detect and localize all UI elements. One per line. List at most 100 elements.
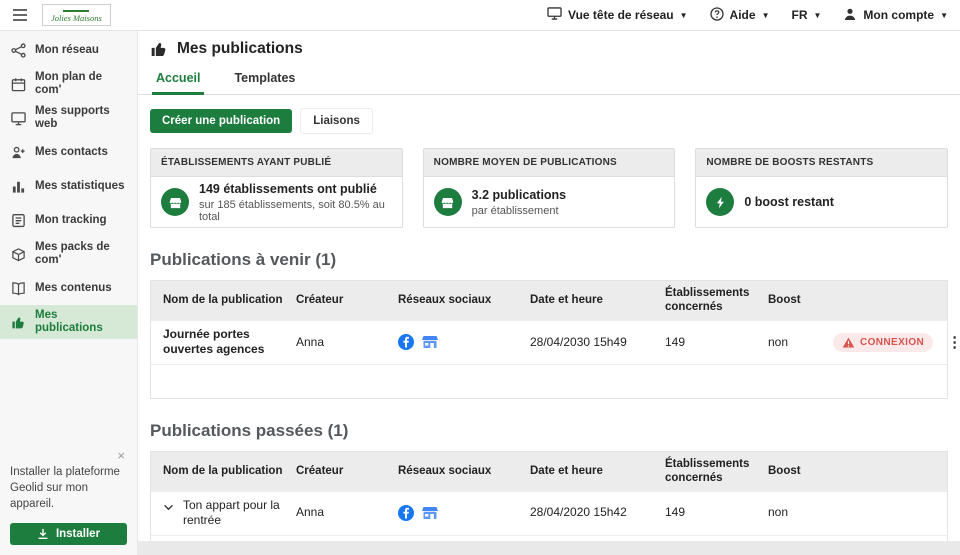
- connexion-warning-badge[interactable]: CONNEXION: [833, 332, 934, 352]
- sidebar-item-mes-statistiques[interactable]: Mes statistiques: [0, 169, 137, 203]
- help-menu[interactable]: Aide ▼: [709, 6, 770, 24]
- network-view-icon: [547, 7, 562, 23]
- brand-logo[interactable]: Jolies Maisons: [42, 4, 111, 26]
- calendar-icon: [11, 77, 26, 91]
- section-title-past: Publications passées (1): [150, 420, 349, 440]
- kebab-menu-icon[interactable]: ⋮: [939, 333, 960, 351]
- upcoming-publications-table: Nom de la publication Créateur Réseaux s…: [150, 280, 960, 399]
- create-publication-button[interactable]: Créer une publication: [150, 109, 293, 133]
- main-content: Mes publications Accueil Templates Créer…: [138, 31, 960, 555]
- store-icon: [161, 188, 189, 216]
- sidebar-item-mon-tracking[interactable]: Mon tracking: [0, 203, 137, 237]
- sidebar-item-mes-publications[interactable]: Mes publications: [0, 305, 137, 339]
- store-icon: [433, 188, 462, 216]
- install-prompt-text: Installer la plateforme Geolid sur mon a…: [10, 465, 120, 510]
- column-header-spacer: [833, 466, 947, 476]
- google-business-icon: [422, 507, 438, 520]
- publication-creator: Anna: [296, 334, 325, 349]
- network-view-label: Vue tête de réseau: [568, 8, 674, 22]
- sidebar-item-mes-contenus[interactable]: Mes contenus: [0, 271, 137, 305]
- package-icon: [12, 247, 25, 261]
- stat-value: 0 boost restant: [744, 194, 834, 209]
- sidebar-item-mes-contacts[interactable]: Mes contacts: [0, 135, 137, 169]
- topbar: Jolies Maisons Vue tête de réseau ▼ Aide…: [0, 0, 960, 31]
- language-label: FR: [791, 8, 808, 22]
- publication-etablissements: 149: [665, 334, 686, 349]
- sidebar-item-label: Mes publications: [35, 309, 103, 334]
- tab-accueil[interactable]: Accueil: [152, 65, 205, 95]
- liaisons-button[interactable]: Liaisons: [300, 108, 373, 134]
- stat-cards: ÉTABLISSEMENTS AYANT PUBLIÉ 149 établiss…: [150, 148, 949, 228]
- stat-value: 3.2 publications: [471, 187, 567, 202]
- publication-networks: [398, 505, 530, 522]
- sidebar-item-mes-packs-de-com[interactable]: Mes packs de com': [0, 237, 137, 271]
- sidebar-item-label: Mes supports web: [35, 105, 110, 130]
- table-row: Ton appart pour la rentrée Anna 28/04/20…: [151, 490, 947, 535]
- account-menu[interactable]: Mon compte ▼: [843, 7, 948, 24]
- expand-chevron-icon[interactable]: [163, 500, 174, 516]
- table-footer: [151, 363, 947, 398]
- language-menu[interactable]: FR ▼: [791, 8, 821, 22]
- column-header: Boost: [768, 465, 801, 478]
- past-publications-table: Nom de la publication Créateur Réseaux s…: [150, 450, 948, 555]
- table-header-row: Nom de la publication Créateur Réseaux s…: [151, 451, 947, 491]
- boost-icon: [706, 188, 735, 216]
- publication-name: Journée portes ouvertes agences: [163, 326, 265, 357]
- book-icon: [12, 281, 25, 295]
- section-title-upcoming: Publications à venir (1): [150, 250, 337, 269]
- sidebar-item-label: Mes contacts: [35, 145, 108, 158]
- google-business-icon: [422, 336, 438, 349]
- publication-date: 28/04/2020 15h42: [530, 505, 627, 520]
- tracking-icon: [12, 213, 25, 227]
- stat-text: 3.2 publications par établissement: [472, 188, 566, 217]
- stat-card-body: 149 établissements ont publié sur 185 ét…: [151, 177, 402, 227]
- chevron-down-icon: ▼: [940, 10, 948, 20]
- actions-row: Créer une publication Liaisons: [150, 108, 948, 134]
- sidebar-item-label: Mes statistiques: [35, 179, 125, 192]
- page-background-strip: [138, 541, 960, 555]
- column-header-spacer: [833, 295, 947, 305]
- sidebar-item-mon-plan-de-com[interactable]: Mon plan de com': [0, 67, 137, 101]
- column-header: Établissements concernés: [665, 457, 750, 485]
- sidebar-item-mes-supports-web[interactable]: Mes supports web: [0, 101, 137, 135]
- page-title-text: Mes publications: [177, 40, 303, 57]
- stat-card-header: NOMBRE DE BOOSTS RESTANTS: [696, 149, 948, 177]
- sidebar: Mon réseau Mon plan de com' Mes supports…: [0, 31, 138, 555]
- facebook-icon: [398, 505, 414, 522]
- tab-templates[interactable]: Templates: [230, 65, 299, 94]
- publication-etablissements: 149: [665, 505, 686, 520]
- connexion-badge-label: CONNEXION: [860, 336, 925, 348]
- publication-name-cell: Ton appart pour la rentrée: [163, 498, 296, 529]
- publication-date: 28/04/2030 15h49: [530, 334, 627, 349]
- stat-card-moyenne: NOMBRE MOYEN DE PUBLICATIONS 3.2 publica…: [422, 148, 676, 228]
- brand-logo-decoration: [63, 7, 90, 13]
- publication-boost: non: [768, 334, 789, 349]
- page-title: Mes publications: [150, 40, 948, 58]
- close-icon[interactable]: ×: [10, 449, 127, 462]
- tab-bar: Accueil Templates: [138, 65, 960, 95]
- sidebar-item-label: Mes contenus: [35, 281, 112, 294]
- install-prompt: × Installer la plateforme Geolid sur mon…: [0, 445, 137, 555]
- thumbs-up-icon: [151, 42, 166, 56]
- publication-creator: Anna: [296, 505, 325, 520]
- chevron-down-icon: ▼: [761, 10, 770, 20]
- bar-chart-icon: [12, 181, 25, 193]
- column-header: Créateur: [296, 294, 344, 307]
- sidebar-item-mon-reseau[interactable]: Mon réseau: [0, 33, 137, 67]
- chevron-down-icon: ▼: [679, 10, 688, 20]
- sidebar-item-label: Mon réseau: [35, 43, 99, 56]
- column-header: Date et heure: [530, 465, 603, 478]
- thumbs-up-icon: [12, 316, 24, 328]
- row-end-cell: CONNEXION ⋮: [833, 332, 960, 352]
- monitor-icon: [11, 111, 26, 125]
- network-view-menu[interactable]: Vue tête de réseau ▼: [547, 7, 688, 23]
- stat-card-header: NOMBRE MOYEN DE PUBLICATIONS: [423, 149, 675, 177]
- hamburger-menu-icon[interactable]: [12, 8, 28, 22]
- column-header: Établissements concernés: [665, 287, 750, 314]
- warning-icon: [842, 337, 855, 348]
- install-button[interactable]: Installer: [10, 523, 127, 545]
- column-header: Nom de la publication: [163, 294, 283, 307]
- install-button-label: Installer: [55, 528, 101, 540]
- stat-sub: par établissement: [471, 204, 559, 217]
- help-icon: [709, 6, 724, 24]
